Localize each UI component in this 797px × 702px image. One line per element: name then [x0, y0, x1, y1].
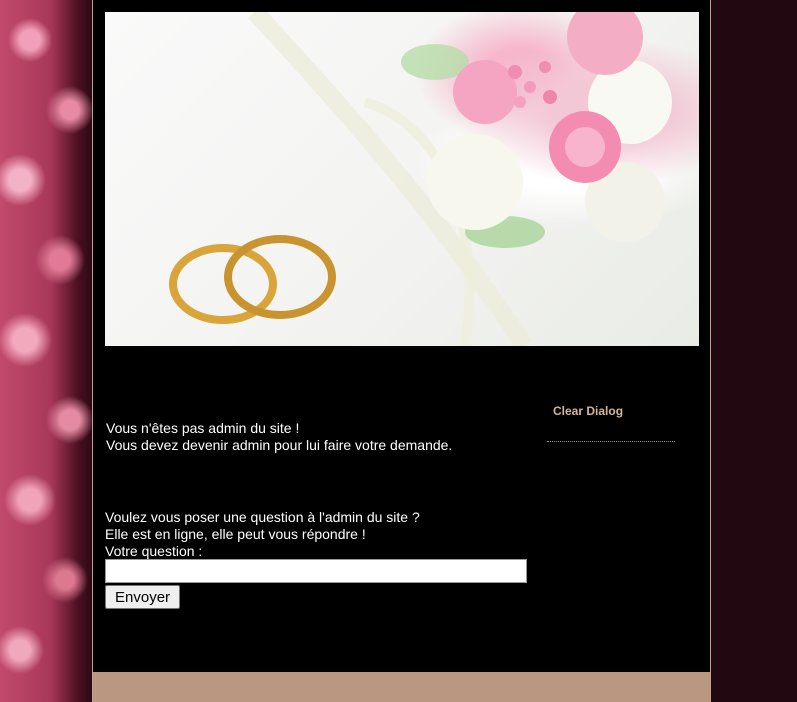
hero-illustration: [169, 12, 672, 346]
main-container: Vous n'êtes pas admin du site ! Vous dev…: [92, 0, 711, 702]
admin-notice-line2: Vous devez devenir admin pour lui faire …: [106, 437, 453, 453]
sidebar-title-clear-dialog[interactable]: Clear Dialog: [553, 404, 623, 418]
send-button[interactable]: Envoyer: [105, 585, 181, 609]
footer-bar: [93, 672, 710, 702]
question-label: Votre question :: [105, 543, 203, 559]
admin-notice-line1: Vous n'êtes pas admin du site !: [106, 420, 300, 436]
question-input[interactable]: [105, 559, 527, 583]
hero-image-wedding-rings: [105, 12, 699, 346]
question-intro-line1: Voulez vous poser une question à l'admin…: [105, 509, 420, 525]
question-intro-line2: Elle est en ligne, elle peut vous répond…: [105, 526, 366, 542]
sidebar-divider: [547, 441, 675, 442]
right-background: [711, 0, 797, 702]
rose-background-strip: [0, 0, 92, 702]
